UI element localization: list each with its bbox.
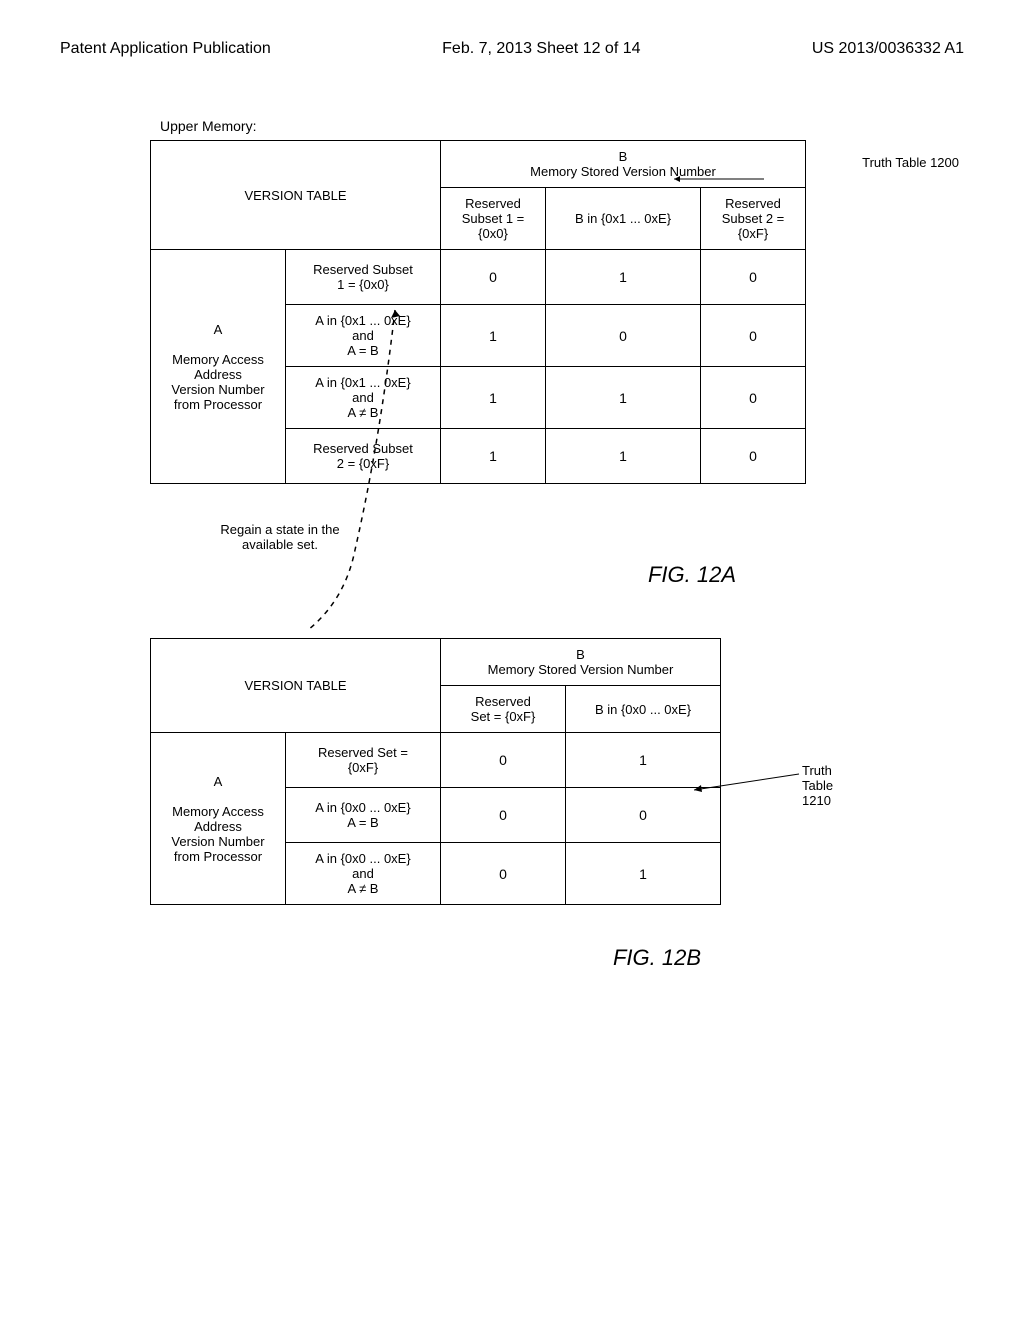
row3-1210-label: A in {0x0 ... 0xE} and A ≠ B (286, 843, 441, 905)
col-b-subset2: Reserved Subset 2 = {0xF} (701, 188, 806, 250)
header-left: Patent Application Publication (60, 40, 271, 58)
col-b3-l1: Reserved (725, 196, 781, 211)
row2-label: A in {0x1 ... 0xE} and A = B (286, 305, 441, 367)
tt1210-c: 1210 (802, 793, 831, 808)
cell-r4c2: 1 (546, 429, 701, 484)
row-a-header-1210: A Memory Access Address Version Number f… (151, 733, 286, 905)
col-b-line2: Memory Stored Version Number (530, 164, 716, 179)
cell-r1c3: 0 (701, 250, 806, 305)
upper-memory-label: Upper Memory: (160, 118, 964, 134)
cell-1210-r2c1: 0 (441, 788, 566, 843)
cell-1210-r3c2: 1 (566, 843, 721, 905)
row1-1210-label: Reserved Set = {0xF} (286, 733, 441, 788)
cell-r2c3: 0 (701, 305, 806, 367)
r3-l2: and (352, 390, 374, 405)
r1-1210-l1: Reserved Set = (318, 745, 408, 760)
col-b2-1210: B in {0x0 ... 0xE} (566, 686, 721, 733)
cell-r3c3: 0 (701, 367, 806, 429)
r2-1210-l1: A in {0x0 ... 0xE} (315, 800, 410, 815)
cell-r4c3: 0 (701, 429, 806, 484)
a1210-l2: Memory Access (172, 804, 264, 819)
r2-l3: A = B (347, 343, 378, 358)
page-header: Patent Application Publication Feb. 7, 2… (60, 40, 964, 58)
row-a-header: A Memory Access Address Version Number f… (151, 250, 286, 484)
col-b3-l2: Subset 2 = (722, 211, 785, 226)
truth-table-1210-label: Truth Table 1210 (784, 760, 944, 828)
col-b-range: B in {0x1 ... 0xE} (546, 188, 701, 250)
row3-label: A in {0x1 ... 0xE} and A ≠ B (286, 367, 441, 429)
cell-r2c2: 0 (546, 305, 701, 367)
r3-l3: A ≠ B (348, 405, 379, 420)
header-right: US 2013/0036332 A1 (812, 40, 964, 58)
cell-1210-r3c1: 0 (441, 843, 566, 905)
col-b1-l2: Subset 1 = (462, 211, 525, 226)
tt1210-b: Table (802, 778, 833, 793)
a-l1: A (214, 322, 223, 337)
b1-1210-l2: Set = {0xF} (471, 709, 536, 724)
truth-table-1200-label: Truth Table 1200 (724, 165, 984, 188)
r1-l1: Reserved Subset (313, 262, 413, 277)
col-b1-1210: Reserved Set = {0xF} (441, 686, 566, 733)
r2-1210-l2: A = B (347, 815, 378, 830)
row2-1210-label: A in {0x0 ... 0xE} A = B (286, 788, 441, 843)
regain-l2: available set. (242, 537, 318, 552)
col-b1-l3: {0x0} (478, 226, 508, 241)
col-b1-l1: Reserved (465, 196, 521, 211)
a-l5: from Processor (174, 397, 262, 412)
truth-table-1210: VERSION TABLE B Memory Stored Version Nu… (150, 638, 721, 905)
col-b3-l3: {0xF} (738, 226, 768, 241)
r3-l1: A in {0x1 ... 0xE} (315, 375, 410, 390)
cell-r1c1: 0 (441, 250, 546, 305)
cell-r3c1: 1 (441, 367, 546, 429)
a-l3: Address (194, 367, 242, 382)
page: Patent Application Publication Feb. 7, 2… (0, 0, 1024, 1320)
col-b-line1: B (619, 149, 628, 164)
b1-1210-l1: Reserved (475, 694, 531, 709)
cell-r3c2: 1 (546, 367, 701, 429)
a1210-l3: Address (194, 819, 242, 834)
figure-12a-caption: FIG. 12A (420, 562, 964, 588)
truth-table-1200-text: Truth Table 1200 (862, 155, 959, 170)
r4-l1: Reserved Subset (313, 441, 413, 456)
r1-l2: 1 = {0x0} (337, 277, 389, 292)
regain-l1: Regain a state in the (220, 522, 339, 537)
version-table-header-1210: VERSION TABLE (151, 639, 441, 733)
a-l4: Version Number (171, 382, 264, 397)
r3-1210-l3: A ≠ B (348, 881, 379, 896)
cell-r1c2: 1 (546, 250, 701, 305)
r2-l1: A in {0x1 ... 0xE} (315, 313, 410, 328)
a-l2: Memory Access (172, 352, 264, 367)
tt1210-a: Truth (802, 763, 832, 778)
cell-r4c1: 1 (441, 429, 546, 484)
r3-1210-l2: and (352, 866, 374, 881)
cell-1210-r1c1: 0 (441, 733, 566, 788)
row4-label: Reserved Subset 2 = {0xF} (286, 429, 441, 484)
truth-table-1200: VERSION TABLE B Memory Stored Version Nu… (150, 140, 806, 484)
version-table-header: VERSION TABLE (151, 141, 441, 250)
regain-note: Regain a state in the available set. (180, 522, 380, 552)
header-mid: Feb. 7, 2013 Sheet 12 of 14 (442, 40, 640, 58)
r4-l2: 2 = {0xF} (337, 456, 389, 471)
col-b-header-1210: B Memory Stored Version Number (441, 639, 721, 686)
r1-1210-l2: {0xF} (348, 760, 378, 775)
cell-1210-r1c2: 1 (566, 733, 721, 788)
r2-l2: and (352, 328, 374, 343)
a1210-l4: Version Number (171, 834, 264, 849)
b1210-l1: B (576, 647, 585, 662)
a1210-l1: A (214, 774, 223, 789)
figure-12b-caption: FIG. 12B (350, 945, 964, 971)
b1210-l2: Memory Stored Version Number (488, 662, 674, 677)
row1-label: Reserved Subset 1 = {0x0} (286, 250, 441, 305)
r3-1210-l1: A in {0x0 ... 0xE} (315, 851, 410, 866)
col-b-subset1: Reserved Subset 1 = {0x0} (441, 188, 546, 250)
cell-r2c1: 1 (441, 305, 546, 367)
cell-1210-r2c2: 0 (566, 788, 721, 843)
a1210-l5: from Processor (174, 849, 262, 864)
